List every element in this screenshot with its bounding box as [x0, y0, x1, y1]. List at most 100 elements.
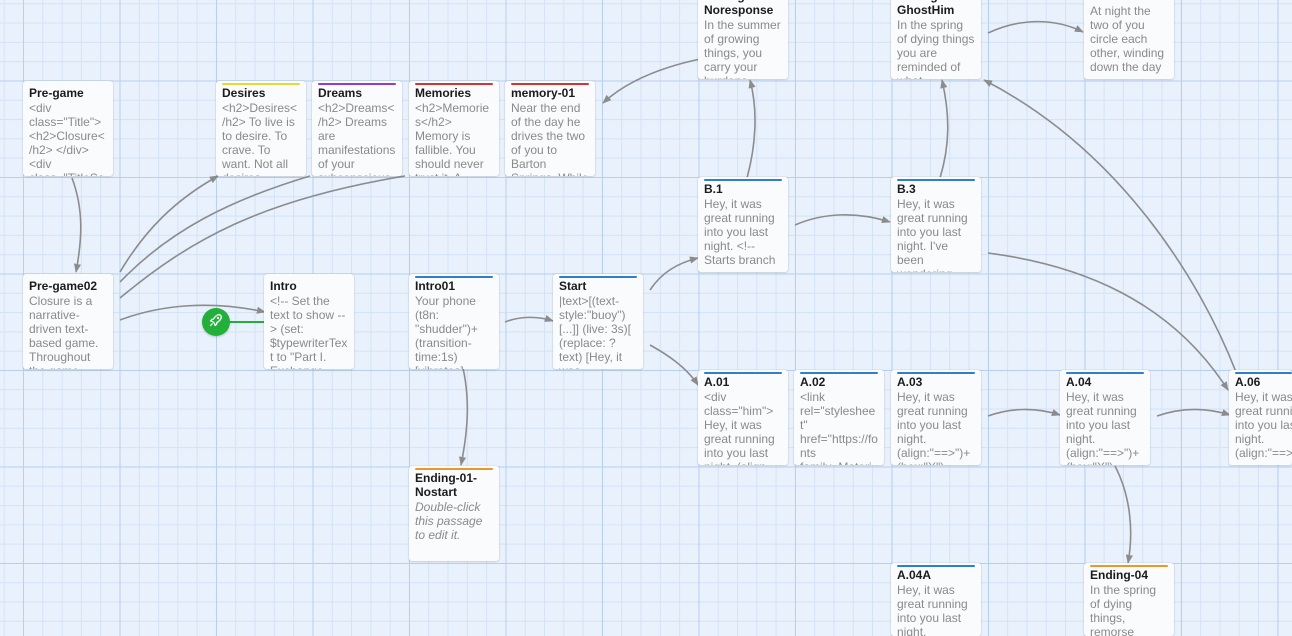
tag-blue: [559, 276, 637, 278]
passage-excerpt: In the summer of growing things, you car…: [704, 18, 781, 79]
tag-blue: [897, 565, 975, 567]
passage-a04[interactable]: A.04 Hey, it was great running into you …: [1060, 370, 1150, 465]
tag-orange: [1090, 565, 1168, 567]
passage-excerpt: In the spring of dying things, remorse h…: [1090, 583, 1157, 636]
passage-title: A.01: [704, 375, 730, 389]
passage-title: B.3: [897, 182, 916, 196]
passage-title: Start: [559, 279, 587, 293]
passage-title: B.1: [704, 182, 723, 196]
passage-ending-03[interactable]: Ending-03- GhostHim In the spring of dyi…: [891, 0, 981, 79]
passage-ending-02[interactable]: Ending-02- Noresponse In the summer of g…: [698, 0, 788, 79]
passage-excerpt: Near the end of the day he drives the tw…: [511, 101, 588, 176]
link-pregame02-intro: [119, 304, 266, 321]
passage-title: A.04: [1066, 375, 1092, 389]
passage-dreams[interactable]: Dreams <h2>Dreams</h2> Dreams are manife…: [312, 81, 402, 176]
link-a03-a04: [987, 408, 1061, 417]
passage-title: Ending-04: [1090, 568, 1149, 582]
passage-excerpt: <h2>Dreams</h2> Dreams are manifestation…: [318, 101, 396, 176]
passage-a02[interactable]: A.02 <link rel="stylesheet" href="https:…: [794, 370, 884, 465]
passage-excerpt: <div class="him"> Hey, it was great runn…: [704, 390, 775, 465]
passage-a06[interactable]: A.06 Hey, it was great running into you …: [1229, 370, 1292, 465]
passage-excerpt: Double-click this passage to edit it.: [415, 500, 486, 542]
passage-title: Intro01: [415, 279, 456, 293]
passage-start[interactable]: Start |text>[(text-style:"buoy") [...]] …: [553, 274, 643, 369]
link-a06-ending03: [983, 79, 1237, 373]
link-pregame02-desires: [119, 175, 219, 273]
passage-excerpt: Closure is a narrative-driven text-based…: [29, 294, 99, 369]
tag-blue: [800, 372, 878, 374]
link-start-a01: [649, 344, 699, 386]
passage-excerpt: <link rel="stylesheet" href="https://fon…: [800, 390, 878, 465]
tag-blue: [897, 372, 975, 374]
passage-excerpt: <h2>Desires</h2> To live is to desire. T…: [222, 101, 298, 176]
passage-title: A.02: [800, 375, 826, 389]
link-intro01-start: [504, 315, 554, 323]
link-ending03-desire01: [987, 20, 1084, 34]
passage-title: A.04A: [897, 568, 932, 582]
tag-purple: [318, 83, 396, 85]
start-connector: [229, 321, 266, 323]
passage-desires[interactable]: Desires <h2>Desires</h2> To live is to d…: [216, 81, 306, 176]
link-pregame02-memories: [119, 175, 406, 299]
link-b1-b3: [794, 214, 891, 226]
start-passage-badge[interactable]: [202, 308, 230, 336]
tag-blue: [1235, 372, 1292, 374]
passage-excerpt: <h2>Memories</h2> Memory is fallible. Yo…: [415, 101, 490, 176]
passage-a03[interactable]: A.03 Hey, it was great running into you …: [891, 370, 981, 465]
passage-intro01[interactable]: Intro01 Your phone (t8n: "shudder")+ (tr…: [409, 274, 499, 369]
passage-title: Memories: [415, 86, 472, 100]
link-pregame-pregame02: [71, 177, 82, 273]
link-a04-a06: [1156, 408, 1231, 417]
passage-excerpt: Hey, it was great running into you last …: [704, 197, 779, 267]
link-pregame02-dreams: [119, 175, 311, 283]
passage-a01[interactable]: A.01 <div class="him"> Hey, it was great…: [698, 370, 788, 465]
passage-title: Ending-02- Noresponse: [704, 0, 774, 17]
passage-excerpt: Hey, it was great running into you last …: [897, 390, 971, 465]
link-start-b1: [649, 256, 699, 291]
passage-memory-01[interactable]: memory-01 Near the end of the day he dri…: [505, 81, 595, 176]
passage-excerpt: <div class="Title"> <h2>Closure</h2> </d…: [29, 101, 105, 176]
passage-title: desire-01: [1090, 0, 1168, 3]
passage-excerpt: Hey, it was great running into you last …: [1235, 390, 1292, 460]
passage-excerpt: Hey, it was great running into you last …: [897, 583, 972, 636]
passage-intro[interactable]: Intro <!-- Set the text to show --> (set…: [264, 274, 354, 369]
passage-memories[interactable]: Memories <h2>Memories</h2> Memory is fal…: [409, 81, 499, 176]
passage-ending-01[interactable]: Ending-01- Nostart Double-click this pas…: [409, 466, 499, 561]
tag-blue: [897, 179, 975, 181]
passage-title: A.03: [897, 375, 923, 389]
passage-title: Desires: [222, 86, 266, 100]
passage-excerpt: Your phone (t8n: "shudder")+ (transition…: [415, 294, 478, 369]
tag-orange: [415, 468, 493, 470]
passage-title: Dreams: [318, 86, 363, 100]
tag-blue: [1066, 372, 1144, 374]
passage-title: Ending-01- Nostart: [415, 471, 477, 499]
passage-b3[interactable]: B.3 Hey, it was great running into you l…: [891, 177, 981, 272]
link-a04-ending04: [1114, 465, 1133, 564]
passage-excerpt: Hey, it was great running into you last …: [1066, 390, 1140, 465]
passage-desire-01[interactable]: desire-01 At night the two of you circle…: [1084, 0, 1174, 79]
passage-b1[interactable]: B.1 Hey, it was great running into you l…: [698, 177, 788, 272]
passage-title: memory-01: [511, 86, 576, 100]
tag-yellow: [222, 83, 300, 85]
tag-blue: [704, 372, 782, 374]
story-map-canvas[interactable]: Ending-02- Noresponse In the summer of g…: [0, 0, 1292, 636]
tag-blue: [415, 276, 493, 278]
passage-excerpt: <!-- Set the text to show --> (set: $typ…: [270, 294, 348, 369]
passage-title: Pre-game: [29, 86, 84, 100]
passage-title: A.06: [1235, 375, 1261, 389]
tag-red: [415, 83, 493, 85]
passage-excerpt: |text>[(text-style:"buoy") [...]] (live:…: [559, 294, 632, 369]
link-b3-ending03: [939, 79, 949, 179]
passage-title: Intro: [270, 279, 297, 293]
passage-pre-game02[interactable]: Pre-game02 Closure is a narrative-driven…: [23, 274, 113, 369]
passage-excerpt: In the spring of dying things you are re…: [897, 18, 975, 79]
passage-pre-game[interactable]: Pre-game <div class="Title"> <h2>Closure…: [23, 81, 113, 176]
tag-blue: [704, 179, 782, 181]
passage-excerpt: Hey, it was great running into you last …: [897, 197, 968, 272]
passage-a04a[interactable]: A.04A Hey, it was great running into you…: [891, 563, 981, 636]
passage-excerpt: At night the two of you circle each othe…: [1090, 4, 1168, 74]
passage-links: [71, 20, 1237, 564]
passage-ending-04[interactable]: Ending-04 In the spring of dying things,…: [1084, 563, 1174, 636]
rocket-icon: [208, 312, 224, 333]
passage-title: Ending-03- GhostHim: [897, 0, 959, 17]
